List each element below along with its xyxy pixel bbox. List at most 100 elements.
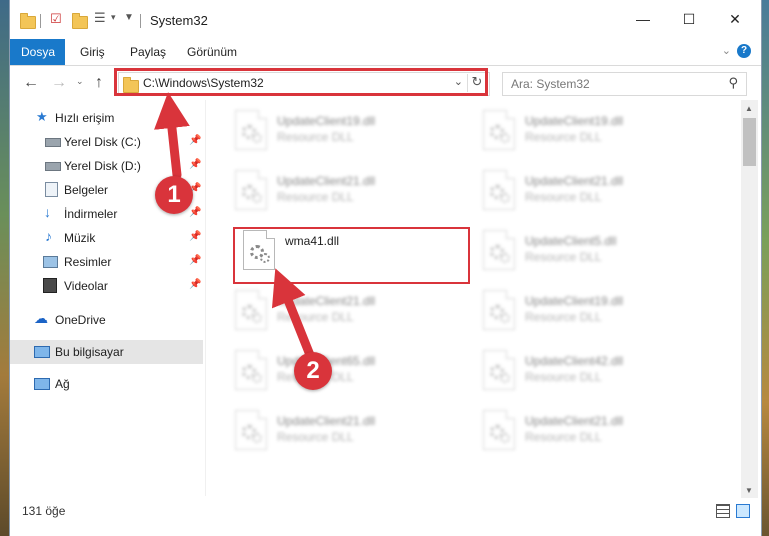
expand-ribbon-icon[interactable]: ⌄ (722, 44, 731, 57)
file-type: Resource DLL (525, 430, 602, 444)
computer-icon (34, 346, 50, 358)
sidebar-item-network[interactable]: Ağ (10, 372, 203, 396)
file-item[interactable]: UpdateClient21.dll Resource DLL (227, 406, 467, 458)
navigation-pane: ★ Hızlı erişim Yerel Disk (C:) 📌 Yerel D… (10, 100, 203, 498)
help-icon[interactable]: ? (737, 44, 751, 58)
file-item[interactable]: UpdateClient5.dll Resource DLL (475, 226, 715, 278)
pin-icon[interactable]: 📌 (189, 207, 201, 218)
dll-file-icon (235, 170, 267, 210)
customize-toolbar-icon[interactable]: ☰ (94, 10, 106, 26)
pin-icon[interactable]: 📌 (189, 255, 201, 266)
sidebar-item-label: Videolar (64, 279, 108, 293)
tab-file[interactable]: Dosya (10, 39, 65, 65)
quick-access-dropdown-icon[interactable]: ▼ (124, 12, 134, 28)
up-arrow-icon[interactable]: ↑ (95, 74, 103, 92)
scroll-down-arrow-icon[interactable]: ▼ (745, 486, 753, 495)
step-2-badge: 2 (294, 352, 332, 390)
sidebar-item-disk-c[interactable]: Yerel Disk (C:) 📌 (10, 130, 203, 154)
pictures-icon (43, 256, 58, 268)
sidebar-item-quick-access[interactable]: ★ Hızlı erişim (10, 106, 203, 130)
file-type: Resource DLL (525, 310, 602, 324)
scrollbar-thumb[interactable] (743, 118, 756, 166)
file-name: UpdateClient42.dll (525, 354, 624, 368)
file-type: Resource DLL (277, 310, 354, 324)
pin-icon[interactable]: 📌 (189, 279, 201, 290)
drive-icon (45, 162, 61, 171)
dll-file-icon (483, 290, 515, 330)
search-placeholder: Ara: System32 (511, 77, 590, 91)
large-icons-view-icon[interactable] (736, 504, 750, 518)
file-item[interactable]: UpdateClient42.dll Resource DLL (475, 346, 715, 398)
tab-home[interactable]: Giriş (69, 39, 116, 65)
status-bar: 131 öğe (10, 498, 761, 524)
minimize-button[interactable]: — (620, 0, 666, 39)
forward-arrow-icon[interactable]: → (51, 74, 67, 92)
sidebar-item-onedrive[interactable]: ☁ OneDrive (10, 308, 203, 332)
file-item[interactable]: UpdateClient19.dll Resource DLL (475, 286, 715, 338)
file-item[interactable]: UpdateClient19.dll Resource DLL (475, 106, 715, 158)
search-icon[interactable]: ⚲ (728, 75, 738, 91)
chevron-down-icon[interactable]: ▾ (111, 12, 116, 28)
vertical-scrollbar[interactable]: ▲ ▼ (741, 100, 758, 498)
dll-file-icon (483, 410, 515, 450)
sidebar-item-videos[interactable]: Videolar 📌 (10, 274, 203, 298)
music-icon: ♪ (45, 228, 52, 244)
download-icon: ↓ (44, 204, 51, 220)
file-item[interactable]: UpdateClient19.dll Resource DLL (227, 106, 467, 158)
file-name: UpdateClient19.dll (525, 294, 624, 308)
dll-file-icon (235, 350, 267, 390)
sidebar-item-label: OneDrive (55, 313, 106, 327)
documents-icon (45, 182, 58, 197)
file-name: UpdateClient21.dll (277, 174, 376, 188)
search-box[interactable]: Ara: System32 ⚲ (502, 72, 747, 96)
item-count: 131 öğe (22, 504, 66, 518)
sidebar-item-music[interactable]: ♪ Müzik 📌 (10, 226, 203, 250)
file-highlight-box (233, 227, 470, 284)
pin-icon[interactable]: 📌 (189, 231, 201, 242)
recent-locations-chevron-icon[interactable]: ⌄ (76, 76, 84, 87)
file-item[interactable]: UpdateClient21.dll Resource DLL (227, 166, 467, 218)
title-bar: ☑ ☰ ▾ ▼ System32 — ☐ ✕ (10, 0, 761, 39)
dll-file-icon (483, 350, 515, 390)
maximize-button[interactable]: ☐ (666, 0, 712, 39)
properties-icon[interactable]: ☑ (50, 11, 62, 27)
details-view-icon[interactable] (716, 504, 730, 518)
file-type: Resource DLL (525, 370, 602, 384)
close-button[interactable]: ✕ (712, 0, 758, 39)
network-icon (34, 378, 50, 390)
sidebar-item-this-pc[interactable]: Bu bilgisayar (10, 340, 203, 364)
sidebar-item-label: Müzik (64, 231, 96, 245)
pin-icon[interactable]: 📌 (189, 135, 201, 146)
star-icon: ★ (36, 109, 48, 124)
scroll-up-arrow-icon[interactable]: ▲ (745, 104, 753, 113)
file-item[interactable]: UpdateClient21.dll Resource DLL (475, 166, 715, 218)
sidebar-item-disk-d[interactable]: Yerel Disk (D:) 📌 (10, 154, 203, 178)
tab-share[interactable]: Paylaş (119, 39, 177, 65)
pane-divider[interactable] (205, 100, 206, 496)
file-name: UpdateClient5.dll (525, 234, 617, 248)
dll-file-icon (483, 110, 515, 150)
sidebar-item-pictures[interactable]: Resimler 📌 (10, 250, 203, 274)
file-item[interactable]: UpdateClient65.dll Resource DLL (227, 346, 467, 398)
sidebar-item-label: Hızlı erişim (55, 111, 115, 125)
dll-file-icon (235, 410, 267, 450)
back-arrow-icon[interactable]: ← (23, 74, 39, 92)
sidebar-item-label: Yerel Disk (D:) (64, 159, 141, 173)
step-1-badge: 1 (155, 176, 193, 214)
file-name: UpdateClient21.dll (525, 414, 624, 428)
tab-view[interactable]: Görünüm (176, 39, 248, 65)
sidebar-item-label: İndirmeler (64, 207, 118, 221)
file-item[interactable]: UpdateClient21.dll Resource DLL (227, 286, 467, 338)
file-name: UpdateClient21.dll (277, 294, 376, 308)
file-item[interactable]: UpdateClient21.dll Resource DLL (475, 406, 715, 458)
sidebar-item-label: Resimler (64, 255, 112, 269)
file-name: UpdateClient21.dll (525, 174, 624, 188)
file-type: Resource DLL (525, 130, 602, 144)
dll-file-icon (235, 290, 267, 330)
drive-icon (45, 138, 61, 147)
file-type: Resource DLL (277, 130, 354, 144)
sidebar-item-label: Ağ (55, 377, 70, 391)
pin-icon[interactable]: 📌 (189, 159, 201, 170)
desktop-wallpaper-left (0, 0, 9, 536)
video-icon (43, 278, 57, 293)
